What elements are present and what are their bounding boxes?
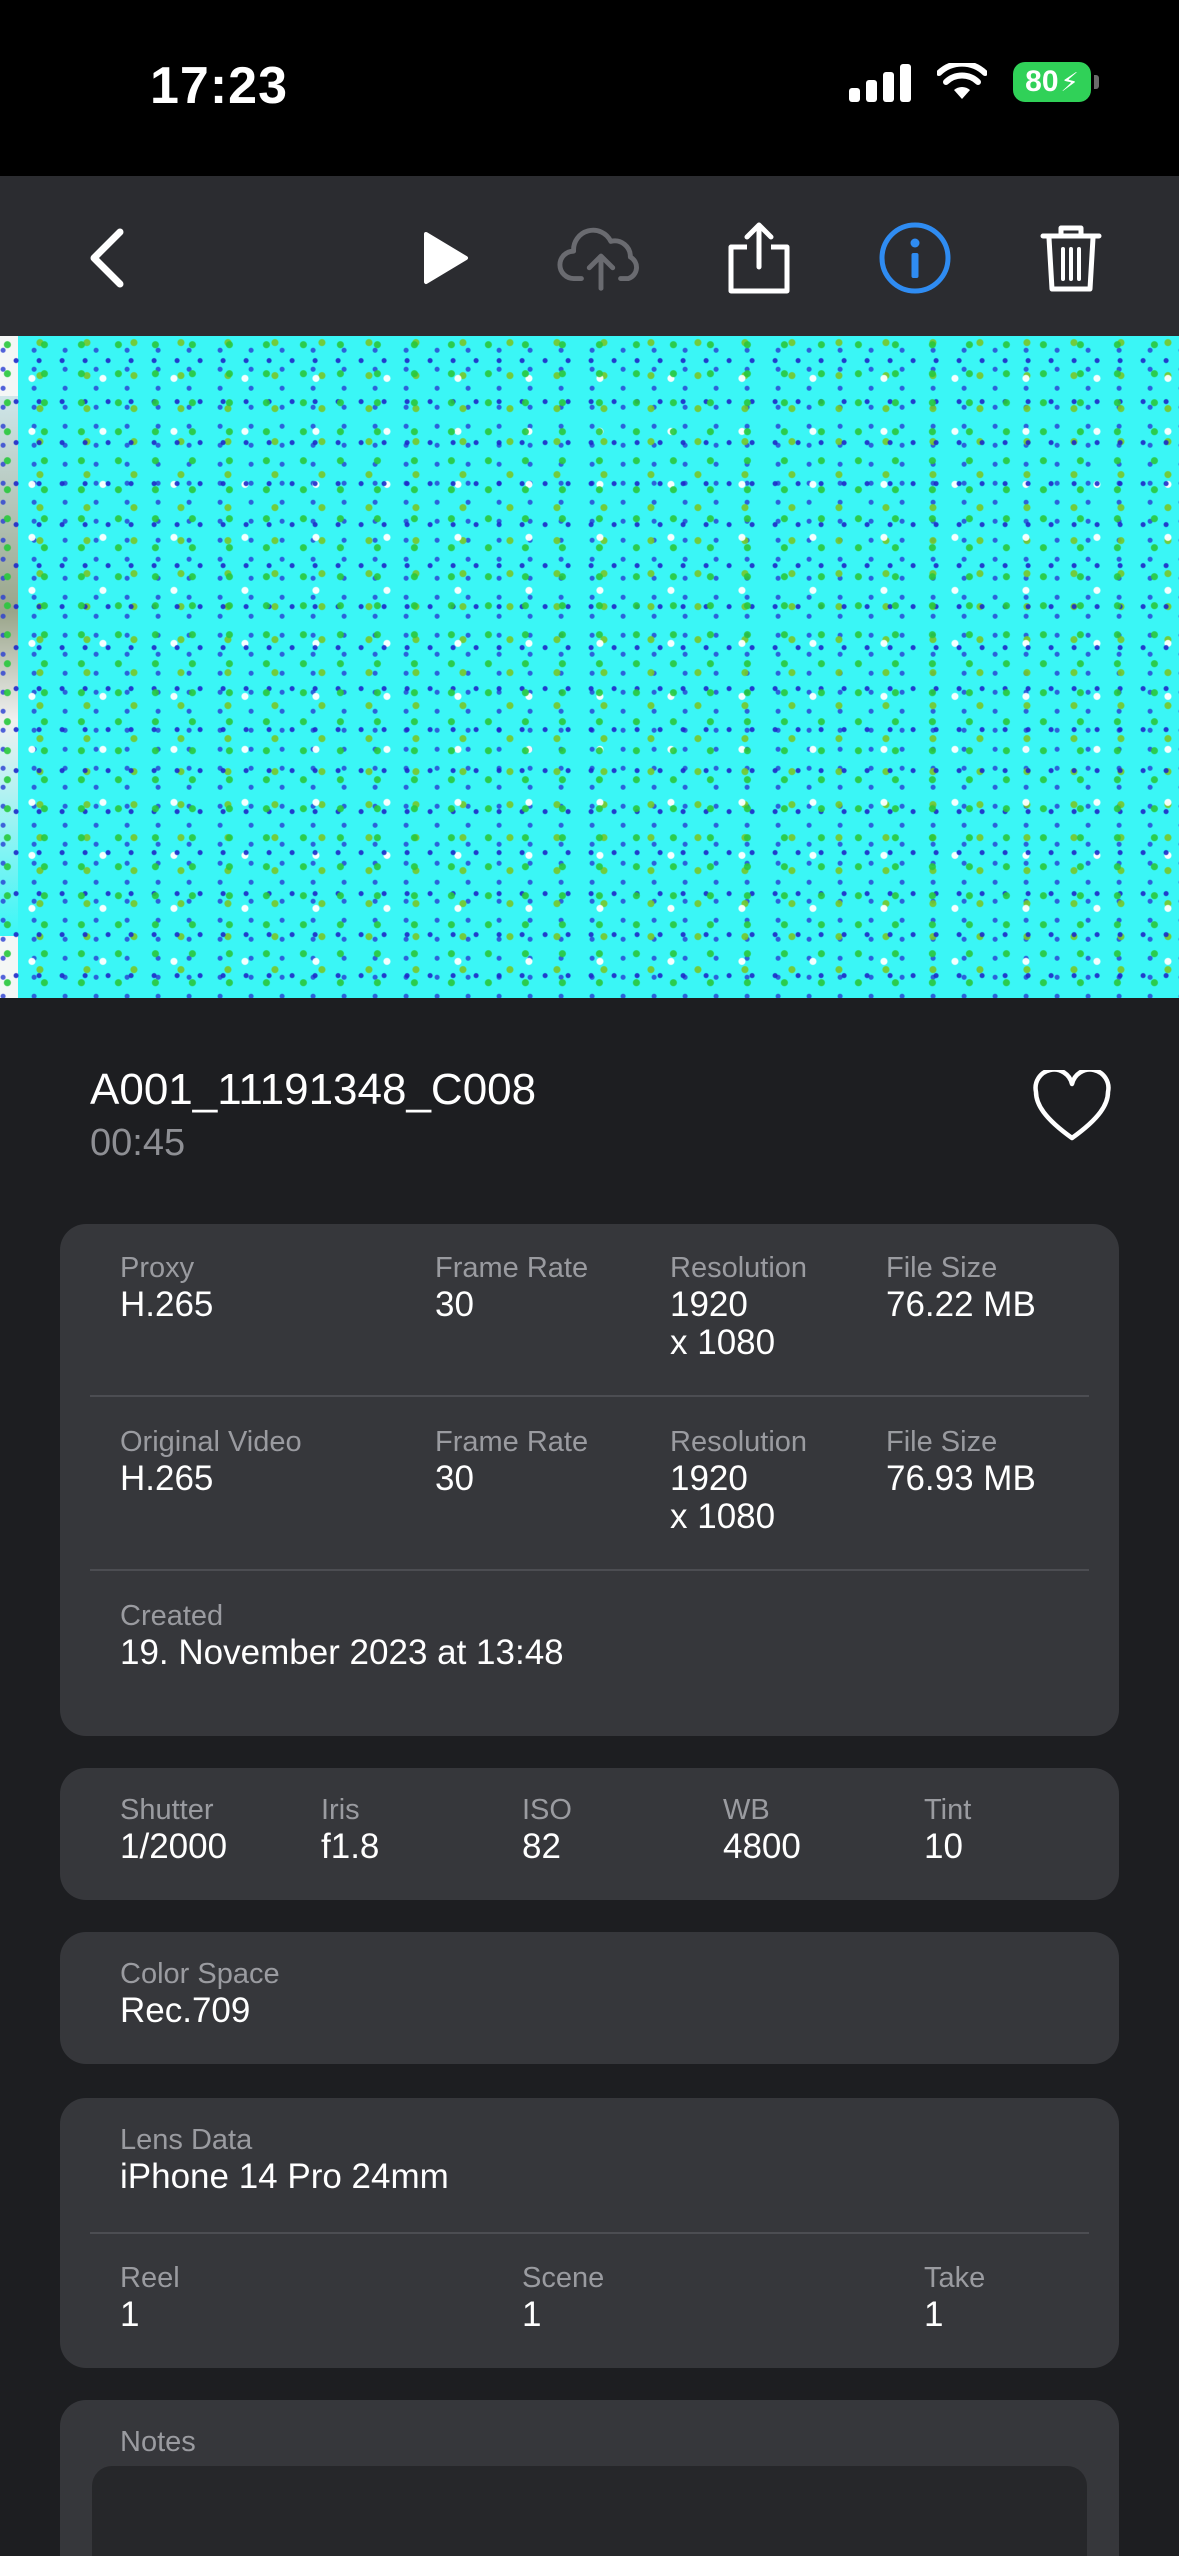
iso: ISO 82 [522,1792,572,1866]
tint: Tint 10 [924,1792,971,1866]
proxy-res-label: Resolution [670,1252,808,1284]
divider [90,1569,1089,1571]
notes: Notes [120,2424,196,2460]
original-size-value: 76.93 MB [886,1459,1036,1498]
created-label: Created [120,1600,224,1632]
shutter-label: Shutter [120,1794,214,1826]
take: Take 1 [924,2260,985,2334]
status-bar: 17:23 80 ⚡ [0,0,1179,176]
proxy-file-size: File Size 76.22 MB [886,1250,1036,1324]
info-button[interactable] [870,216,960,300]
wb-value: 4800 [723,1827,801,1866]
proxy-res-value-1: 1920 [670,1285,748,1324]
color-space-value: Rec.709 [120,1991,251,2030]
battery-level: 80 [1025,65,1059,98]
divider [90,1395,1089,1397]
color-space-label: Color Space [120,1958,280,1990]
preview-image-noise [0,336,1179,998]
delete-button[interactable] [1026,216,1116,300]
play-button[interactable] [400,216,490,300]
scene: Scene 1 [522,2260,604,2334]
toolbar [0,176,1179,336]
proxy-size-value: 76.22 MB [886,1285,1036,1324]
original-size-label: File Size [886,1426,998,1458]
lens-slate-card: Lens Data iPhone 14 Pro 24mm Reel 1 Scen… [60,2098,1119,2368]
take-label: Take [924,2262,986,2294]
iris-label: Iris [321,1794,360,1826]
share-button[interactable] [714,216,804,300]
notes-label: Notes [120,2426,196,2458]
trash-icon [1040,225,1102,292]
reel: Reel 1 [120,2260,180,2334]
lens-label: Lens Data [120,2124,253,2156]
iso-value: 82 [522,1827,561,1866]
shutter-value: 1/2000 [120,1827,228,1866]
info-icon [879,222,951,294]
original-fps-label: Frame Rate [435,1426,589,1458]
scene-label: Scene [522,2262,605,2294]
iris: Iris f1.8 [321,1792,379,1866]
original-frame-rate: Frame Rate 30 [435,1424,588,1498]
clip-preview[interactable] [0,336,1179,998]
share-icon [728,222,790,294]
proxy-fps-value: 30 [435,1285,474,1324]
notes-input[interactable] [92,2466,1087,2556]
original-file-size: File Size 76.93 MB [886,1424,1036,1498]
cloud-upload-icon [557,227,639,291]
original-res-value-1: 1920 [670,1459,748,1498]
proxy-resolution: Resolution 1920 x 1080 [670,1250,807,1362]
lens-data: Lens Data iPhone 14 Pro 24mm [120,2122,449,2196]
color-space: Color Space Rec.709 [120,1956,280,2030]
play-icon [424,232,468,284]
reel-value: 1 [120,2295,140,2334]
heart-icon [1033,1067,1111,1141]
proxy-type: Proxy H.265 [120,1250,213,1324]
created-value: 19. November 2023 at 13:48 [120,1633,564,1672]
original-res-value-2: x 1080 [670,1497,776,1536]
clip-duration: 00:45 [90,1122,186,1164]
color-space-card: Color Space Rec.709 [60,1932,1119,2064]
original-resolution: Resolution 1920 x 1080 [670,1424,807,1536]
shutter: Shutter 1/2000 [120,1792,227,1866]
clip-name: A001_11191348_C008 [90,1065,537,1114]
wifi-icon [937,63,987,99]
back-icon [90,228,124,288]
iris-value: f1.8 [321,1827,380,1866]
file-info-card: Proxy H.265 Frame Rate 30 Resolution 192… [60,1224,1119,1736]
battery-icon: 80 ⚡ [1013,62,1099,102]
divider [90,2232,1089,2234]
tint-label: Tint [924,1794,972,1826]
created: Created 19. November 2023 at 13:48 [120,1598,564,1672]
proxy-frame-rate: Frame Rate 30 [435,1250,588,1324]
iso-label: ISO [522,1794,572,1826]
original-fps-value: 30 [435,1459,474,1498]
proxy-size-label: File Size [886,1252,998,1284]
favorite-button[interactable] [1032,1067,1112,1144]
lens-value: iPhone 14 Pro 24mm [120,2157,449,2196]
camera-settings-card: Shutter 1/2000 Iris f1.8 ISO 82 WB 4800 … [60,1768,1119,1900]
cellular-signal-icon [849,62,911,102]
cloud-upload-button[interactable] [556,216,646,300]
wb-label: WB [723,1794,770,1826]
back-button[interactable] [62,216,152,300]
original-type: Original Video H.265 [120,1424,302,1498]
status-indicators: 80 ⚡ [849,62,1099,102]
proxy-type-value: H.265 [120,1285,214,1324]
proxy-res-value-2: x 1080 [670,1323,776,1362]
original-res-label: Resolution [670,1426,808,1458]
original-type-value: H.265 [120,1459,214,1498]
proxy-fps-label: Frame Rate [435,1252,589,1284]
take-value: 1 [924,2295,944,2334]
original-type-label: Original Video [120,1426,302,1458]
status-time: 17:23 [150,57,288,115]
proxy-type-label: Proxy [120,1252,195,1284]
tint-value: 10 [924,1827,963,1866]
white-balance: WB 4800 [723,1792,801,1866]
reel-label: Reel [120,2262,180,2294]
notes-card: Notes [60,2400,1119,2556]
scene-value: 1 [522,2295,542,2334]
